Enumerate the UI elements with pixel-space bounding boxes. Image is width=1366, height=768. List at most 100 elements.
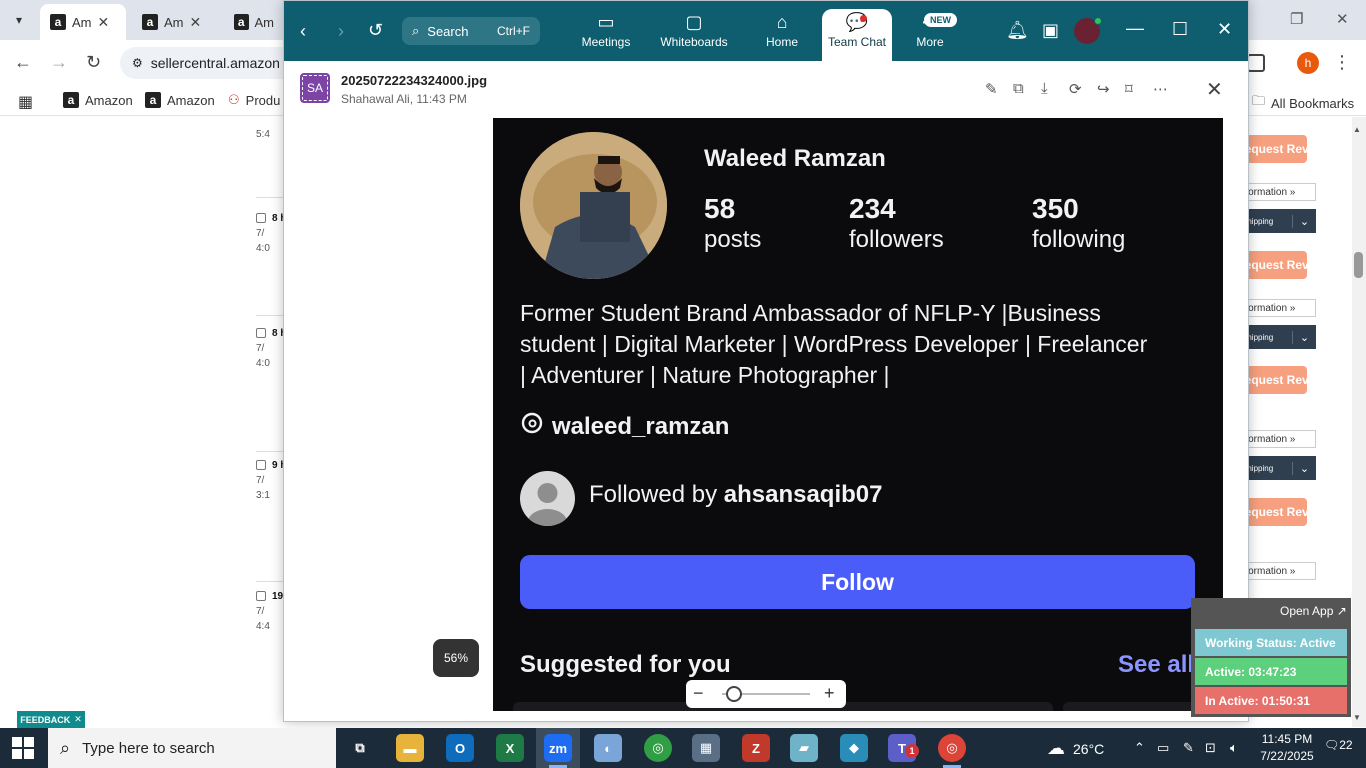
bookmark-products[interactable]: ⚇ Produ — [228, 92, 280, 108]
tab-search-chevron-icon[interactable]: ▾ — [6, 8, 32, 32]
zoom-search[interactable]: ⌕ Search Ctrl+F — [402, 17, 540, 45]
notepad-app-icon[interactable]: ▰ — [790, 734, 818, 762]
file-explorer-icon[interactable]: ▬ — [396, 734, 424, 762]
close-icon[interactable]: ✕ — [74, 714, 82, 725]
task-view-icon[interactable]: ⧉ — [346, 734, 374, 762]
stat-followers: 234 followers — [849, 193, 944, 255]
nav-home[interactable]: ⌂ Home — [754, 9, 810, 61]
information-link[interactable]: Information » — [1248, 562, 1316, 580]
shipping-select[interactable]: Shipping ⌄ — [1248, 325, 1316, 349]
open-app-link[interactable]: Open App ↗ — [1280, 604, 1347, 618]
request-review-button[interactable]: Request Review — [1248, 366, 1307, 394]
page-scrollbar[interactable] — [1352, 117, 1366, 727]
shipping-select[interactable]: Shipping ⌄ — [1248, 456, 1316, 480]
zoom-out-icon[interactable]: − — [693, 683, 704, 704]
row-checkbox[interactable] — [256, 328, 266, 339]
chevron-down-icon[interactable]: ⌄ — [1292, 214, 1316, 228]
bell-icon[interactable]: 🔔︎ — [1006, 20, 1029, 41]
feedback-button[interactable]: FEEDBACK ✕ — [17, 711, 85, 728]
edit-pencil-icon[interactable]: ✎ — [985, 80, 998, 98]
share-screen-icon[interactable]: ⟳ — [1069, 80, 1082, 98]
windows-start-icon[interactable] — [12, 737, 34, 759]
all-bookmarks[interactable]: 🗀 All Bookmarks — [1252, 92, 1354, 114]
scrollbar-thumb[interactable] — [1354, 252, 1363, 278]
show-hidden-icons-icon[interactable]: ⌃ — [1134, 740, 1145, 756]
pen-icon[interactable]: ✎ — [1183, 740, 1194, 756]
forward-share-icon[interactable]: ↪ — [1097, 80, 1110, 98]
chrome-icon[interactable]: ◎ — [938, 734, 966, 762]
network-icon[interactable]: ⊡ — [1205, 740, 1216, 756]
download-icon[interactable]: ⤓ — [1041, 80, 1048, 97]
row-checkbox[interactable] — [256, 591, 266, 602]
search-placeholder: Type here to search — [82, 739, 215, 757]
home-icon: ⌂ — [776, 12, 788, 32]
forward-arrow-icon[interactable]: → — [50, 52, 68, 73]
tab-title: Am — [72, 14, 92, 30]
link-label: Information » — [1248, 302, 1296, 314]
chrome-profile-icon[interactable]: ◎ — [644, 734, 672, 762]
history-icon[interactable]: ↺ — [368, 20, 383, 41]
bookmark-amazon-2[interactable]: a Amazon — [145, 92, 215, 108]
order-row[interactable]: 9 h 7/3:1 — [256, 458, 286, 503]
site-info-icon[interactable]: ⚙ — [132, 56, 143, 70]
forward-chevron-icon[interactable]: › — [338, 21, 344, 42]
restore-window-icon[interactable]: ❐ — [1290, 10, 1303, 28]
information-link[interactable]: Information » — [1248, 183, 1316, 201]
apps-grid-icon[interactable]: ▦ — [18, 92, 33, 112]
chevron-down-icon[interactable]: ⌄ — [1292, 461, 1316, 475]
tab-title: Am — [164, 14, 184, 30]
close-tab-icon[interactable]: ✕ — [98, 14, 110, 31]
row-checkbox[interactable] — [256, 460, 266, 471]
shipping-select[interactable]: Shipping ⌄ — [1248, 209, 1316, 233]
request-review-button[interactable]: Request Review — [1248, 498, 1307, 526]
paint-app-icon[interactable]: ◐ — [594, 734, 622, 762]
browser-tab-1[interactable]: a Am ✕ — [40, 4, 126, 40]
back-arrow-icon[interactable]: ← — [14, 52, 32, 73]
filezilla-icon[interactable]: Z — [742, 734, 770, 762]
reload-icon[interactable]: ↻ — [86, 52, 101, 73]
notification-center-icon[interactable]: 🗨︎22 — [1324, 738, 1353, 752]
app-diamond-icon[interactable]: ◆ — [840, 734, 868, 762]
excel-icon[interactable]: X — [496, 734, 524, 762]
calendar-icon[interactable]: ▣ — [1042, 20, 1059, 41]
browser-tab-2[interactable]: a Am ✕ — [132, 4, 222, 40]
request-review-button[interactable]: Request Review — [1248, 135, 1307, 163]
close-viewer-icon[interactable]: ✕ — [1206, 77, 1223, 102]
calculator-icon[interactable]: ▦ — [692, 734, 720, 762]
outlook-icon[interactable]: O — [446, 734, 474, 762]
order-row[interactable]: 8 h 7/4:0 — [256, 211, 286, 256]
scroll-down-icon[interactable]: ▼ — [1353, 713, 1361, 722]
close-window-icon[interactable]: ✕ — [1336, 10, 1349, 28]
browser-menu-icon[interactable]: ⋮ — [1333, 52, 1351, 73]
scroll-up-icon[interactable]: ▲ — [1353, 125, 1361, 134]
weather-widget[interactable]: ☁ 26°C — [1047, 738, 1104, 759]
open-external-icon[interactable]: ⧉ — [1013, 80, 1024, 97]
battery-icon[interactable]: ▭ — [1157, 740, 1169, 756]
maximize-icon[interactable]: ☐ — [1172, 19, 1188, 40]
bookmark-icon[interactable]: ⌑ — [1125, 80, 1133, 98]
taskbar-search[interactable]: ⌕ Type here to search — [48, 728, 336, 768]
system-clock[interactable]: 11:45 PM 7/22/2025 — [1255, 731, 1319, 765]
extensions-icon[interactable] — [1247, 54, 1265, 72]
information-link[interactable]: Information » — [1248, 299, 1316, 317]
bookmark-amazon-1[interactable]: a Amazon — [63, 92, 133, 108]
close-tab-icon[interactable]: ✕ — [190, 14, 202, 31]
profile-avatar[interactable]: h — [1297, 52, 1319, 74]
information-link[interactable]: Information » — [1248, 430, 1316, 448]
nav-whiteboards[interactable]: ▢ Whiteboards — [654, 9, 734, 61]
zoom-app-icon[interactable]: zm — [544, 734, 572, 762]
more-options-icon[interactable]: ⋯ — [1153, 80, 1168, 98]
order-row[interactable]: 8 h 7/4:0 — [256, 326, 286, 371]
browser-tab-3[interactable]: a Am — [224, 4, 284, 40]
nav-team-chat[interactable]: 💬 Team Chat — [822, 9, 892, 61]
chevron-down-icon[interactable]: ⌄ — [1292, 330, 1316, 344]
minimize-icon[interactable]: — — [1126, 18, 1144, 39]
row-checkbox[interactable] — [256, 213, 266, 224]
volume-icon[interactable]: 🔈︎ — [1230, 740, 1238, 756]
zoom-in-icon[interactable]: + — [824, 683, 835, 704]
back-chevron-icon[interactable]: ‹ — [300, 21, 306, 42]
order-row[interactable]: 19 7/4:4 — [256, 589, 283, 634]
close-icon[interactable]: ✕ — [1217, 19, 1232, 40]
nav-meetings[interactable]: ▭ Meetings — [574, 9, 638, 61]
request-review-button[interactable]: Request Review — [1248, 251, 1307, 279]
